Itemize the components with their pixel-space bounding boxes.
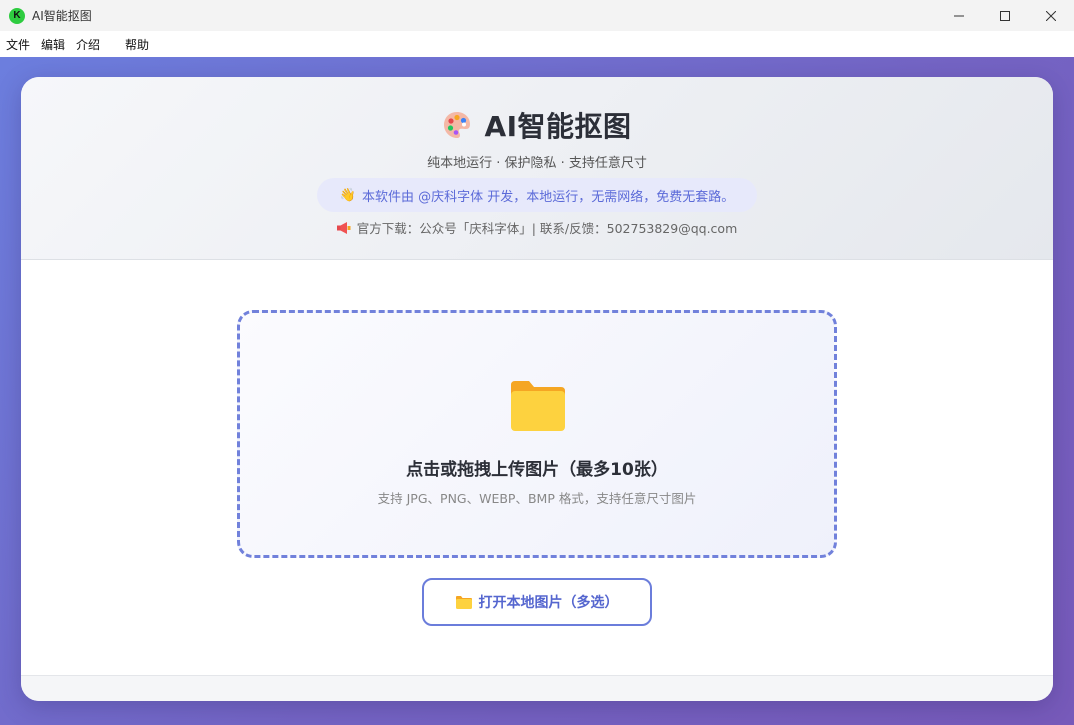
menu-help[interactable]: 帮助 [119, 36, 154, 53]
waving-hand-icon: 👋 [339, 187, 356, 203]
folder-icon [511, 381, 565, 431]
page-title: AI智能抠图 [484, 110, 632, 143]
megaphone-icon [336, 221, 351, 234]
window-controls [936, 0, 1074, 31]
menu-edit[interactable]: 编辑 [35, 36, 70, 53]
upload-hint: 支持 JPG、PNG、WEBP、BMP 格式，支持任意尺寸图片 [377, 491, 697, 506]
open-button-label: 打开本地图片（多选） [478, 595, 619, 611]
card-footer [21, 675, 1053, 701]
subtitle: 纯本地运行 · 保护隐私 · 支持任意尺寸 [427, 156, 647, 171]
upload-title: 点击或拖拽上传图片（最多10张） [406, 460, 668, 480]
menu-bar: 文件 编辑 介绍 帮助 [0, 31, 1074, 57]
close-icon [1046, 10, 1056, 21]
minimize-icon [954, 15, 964, 16]
card-header: AI智能抠图 纯本地运行 · 保护隐私 · 支持任意尺寸 👋 本软件由 @庆科字… [21, 77, 1053, 260]
close-button[interactable] [1028, 0, 1074, 31]
download-info: 官方下载：公众号「庆科字体」| 联系/反馈：502753829@qq.com [21, 218, 1053, 237]
notice-text: 本软件由 @庆科字体 开发，本地运行，无需网络，免费无套路。 [361, 189, 735, 205]
title-row: AI智能抠图 [21, 105, 1053, 145]
app-logo-icon: K [9, 7, 25, 24]
download-text: 官方下载：公众号「庆科字体」| 联系/反馈：502753829@qq.com [356, 221, 738, 236]
folder-small-icon [455, 596, 472, 609]
maximize-button[interactable] [982, 0, 1028, 31]
developer-notice: 👋 本软件由 @庆科字体 开发，本地运行，无需网络，免费无套路。 [317, 178, 757, 212]
open-local-images-button[interactable]: 打开本地图片（多选） [422, 578, 652, 626]
window-title: AI智能抠图 [32, 9, 92, 23]
menu-file[interactable]: 文件 [0, 36, 35, 53]
main-card: AI智能抠图 纯本地运行 · 保护隐私 · 支持任意尺寸 👋 本软件由 @庆科字… [21, 77, 1053, 701]
title-bar: K AI智能抠图 [0, 0, 1074, 31]
upload-dropzone[interactable]: 点击或拖拽上传图片（最多10张） 支持 JPG、PNG、WEBP、BMP 格式，… [237, 310, 837, 558]
palette-icon [444, 112, 471, 138]
menu-about[interactable]: 介绍 [70, 36, 105, 53]
minimize-button[interactable] [936, 0, 982, 31]
maximize-icon [1000, 10, 1010, 21]
